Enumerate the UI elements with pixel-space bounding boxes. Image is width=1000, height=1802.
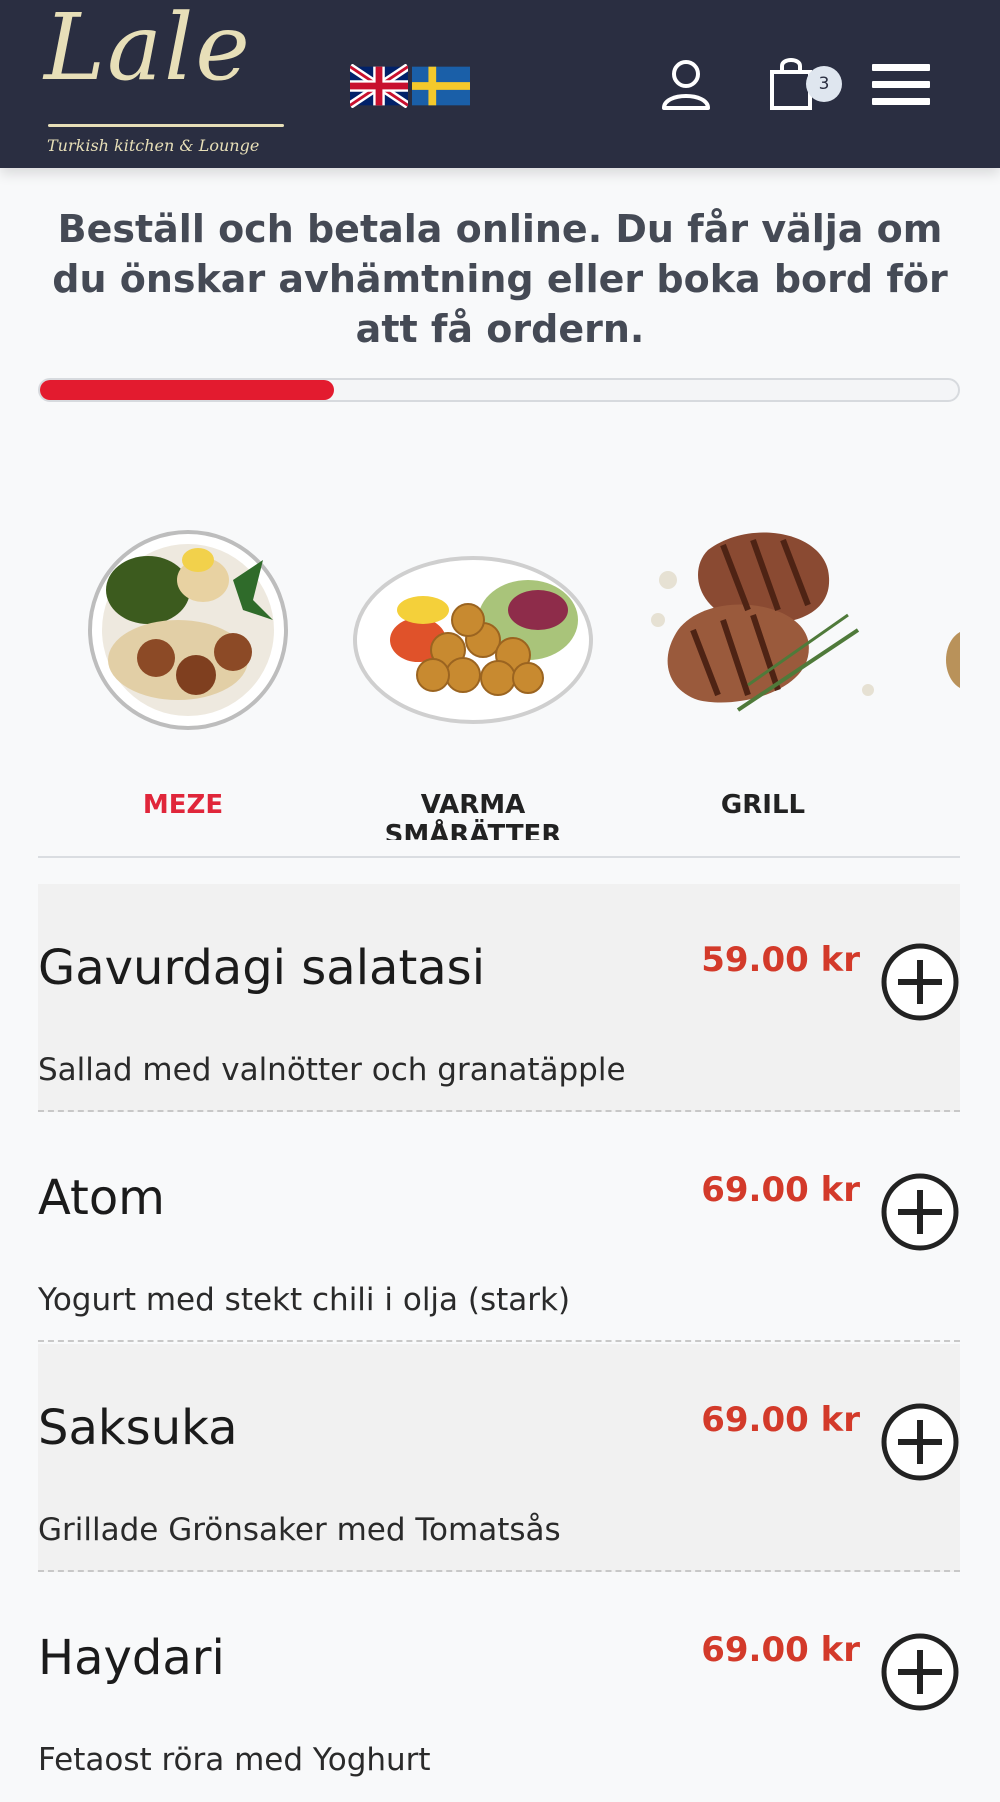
category-varma-smaratter[interactable]: VARMA SMÅRÄTTER <box>328 500 618 840</box>
menu-item: Haydari 69.00 kr Fetaost röra med Yoghur… <box>38 1574 960 1802</box>
falafel-plate-image <box>353 556 593 724</box>
flag-se-icon[interactable] <box>412 64 470 108</box>
item-price: 59.00 kr <box>701 940 860 980</box>
meze-plate-image <box>88 530 288 730</box>
menu-item: Gavurdagi salatasi 59.00 kr Sallad med v… <box>38 884 960 1112</box>
user-icon[interactable] <box>656 56 716 112</box>
logo-underline <box>48 124 284 127</box>
menu-item: Saksuka 69.00 kr Grillade Grönsaker med … <box>38 1344 960 1572</box>
item-price: 69.00 kr <box>701 1630 860 1670</box>
item-name: Haydari <box>38 1630 225 1686</box>
logo-text: Lale <box>44 0 252 101</box>
logo-subtitle: Turkish kitchen & Lounge <box>47 136 260 155</box>
flag-uk-icon[interactable] <box>350 64 408 108</box>
category-label: MEZE <box>142 790 224 820</box>
next-category-image <box>946 632 960 688</box>
item-name: Gavurdagi salatasi <box>38 940 486 996</box>
item-name: Atom <box>38 1170 165 1226</box>
add-to-cart-icon[interactable] <box>880 1632 960 1712</box>
category-label: GRILL <box>720 790 806 820</box>
menu-item: Atom 69.00 kr Yogurt med stekt chili i o… <box>38 1114 960 1342</box>
progress-fill <box>40 380 334 400</box>
cart-button[interactable]: 3 <box>766 56 846 112</box>
add-to-cart-icon[interactable] <box>880 1172 960 1252</box>
category-divider <box>38 856 960 858</box>
item-price: 69.00 kr <box>701 1400 860 1440</box>
logo[interactable]: Lale Turkish kitchen & Lounge <box>40 0 290 165</box>
item-price: 69.00 kr <box>701 1170 860 1210</box>
add-to-cart-icon[interactable] <box>880 942 960 1022</box>
order-progress-bar <box>38 378 960 402</box>
item-description: Sallad med valnötter och granatäpple <box>38 1052 626 1088</box>
category-next-partial[interactable] <box>908 500 960 840</box>
item-description: Yogurt med stekt chili i olja (stark) <box>38 1282 571 1318</box>
category-label: VARMA SMÅRÄTTER <box>384 790 562 840</box>
category-meze[interactable]: MEZE <box>38 500 328 840</box>
grilled-steak-image <box>651 532 874 712</box>
item-description: Fetaost röra med Yoghurt <box>38 1742 431 1778</box>
item-name: Saksuka <box>38 1400 238 1456</box>
category-grill[interactable]: GRILL <box>618 500 908 840</box>
hamburger-menu-icon[interactable] <box>872 64 930 110</box>
item-description: Grillade Grönsaker med Tomatsås <box>38 1512 561 1548</box>
category-carousel[interactable]: MEZE VARMA SMÅRÄTTER GRILL <box>38 500 960 840</box>
cart-count-badge: 3 <box>806 66 842 102</box>
intro-text: Beställ och betala online. Du får välja … <box>52 207 948 351</box>
top-header: Lale Turkish kitchen & Lounge 3 <box>0 0 1000 168</box>
add-to-cart-icon[interactable] <box>880 1402 960 1482</box>
